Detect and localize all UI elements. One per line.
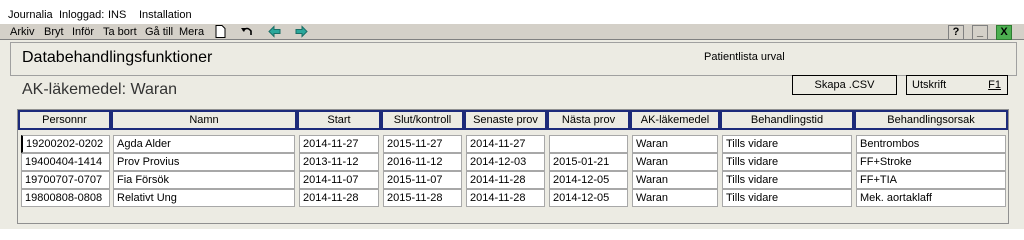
- menu-infor[interactable]: Inför: [72, 26, 94, 38]
- column-header-senaste-prov[interactable]: Senaste prov: [464, 110, 547, 130]
- section-title: AK-läkemedel: Waran: [22, 81, 178, 98]
- table-cell[interactable]: 2014-11-27: [299, 135, 379, 153]
- print-button-label: Utskrift: [912, 79, 947, 91]
- table-cell[interactable]: FF+TIA: [856, 171, 1006, 189]
- logged-in-user: INS: [108, 9, 127, 21]
- table-cell[interactable]: 2014-12-05: [549, 189, 628, 207]
- table-cell[interactable]: Tills vidare: [722, 135, 852, 153]
- table-cell[interactable]: Relativt Ung: [113, 189, 295, 207]
- header-box: Databehandlingsfunktioner Patientlista u…: [10, 42, 1017, 76]
- table-cell[interactable]: 2015-01-21: [549, 153, 628, 171]
- app-name: Journalia: [8, 9, 53, 21]
- logged-in-label: Inloggad:: [59, 9, 105, 21]
- table-cell[interactable]: 2014-11-28: [466, 189, 545, 207]
- page-title: Databehandlingsfunktioner: [22, 49, 213, 66]
- column-header-personnr[interactable]: Personnr: [18, 110, 111, 130]
- site-name: Installation: [139, 9, 192, 21]
- table-cell[interactable]: 2014-11-28: [466, 171, 545, 189]
- table-cell[interactable]: 2015-11-28: [383, 189, 462, 207]
- column-header-start[interactable]: Start: [297, 110, 381, 130]
- table-cell[interactable]: 2014-11-28: [299, 189, 379, 207]
- column-header-behandlingstid[interactable]: Behandlingstid: [720, 110, 854, 130]
- column-header-namn[interactable]: Namn: [111, 110, 297, 130]
- table-cell[interactable]: Agda Alder: [113, 135, 295, 153]
- table-cell[interactable]: 2014-11-07: [299, 171, 379, 189]
- close-button[interactable]: X: [996, 25, 1012, 40]
- column-header-behandlingsorsak[interactable]: Behandlingsorsak: [854, 110, 1008, 130]
- minimize-button[interactable]: _: [972, 25, 988, 40]
- table-cell[interactable]: Bentrombos: [856, 135, 1006, 153]
- table-cell[interactable]: Fia Försök: [113, 171, 295, 189]
- table-cell[interactable]: Mek. aortaklaff: [856, 189, 1006, 207]
- table-cell[interactable]: 19800808-0808: [21, 189, 110, 207]
- view-name: Patientlista urval: [704, 51, 785, 63]
- table-cell[interactable]: 2014-12-03: [466, 153, 545, 171]
- menu-ta-bort[interactable]: Ta bort: [103, 26, 137, 38]
- print-button[interactable]: Utskrift F1: [906, 75, 1008, 95]
- new-document-icon[interactable]: [213, 25, 227, 39]
- table-cell[interactable]: 19400404-1414: [21, 153, 110, 171]
- table-cell[interactable]: 19200202-0202: [21, 135, 110, 153]
- table-cell[interactable]: Waran: [632, 135, 718, 153]
- table-cell[interactable]: 2014-12-05: [549, 171, 628, 189]
- menu-arkiv[interactable]: Arkiv: [10, 26, 34, 38]
- table-cell[interactable]: 2014-11-27: [466, 135, 545, 153]
- table-cell[interactable]: 2013-11-12: [299, 153, 379, 171]
- table-cell[interactable]: 2015-11-07: [383, 171, 462, 189]
- help-button[interactable]: ?: [948, 25, 964, 40]
- arrow-left-icon[interactable]: [267, 25, 281, 39]
- table-cell[interactable]: Waran: [632, 153, 718, 171]
- title-bar: Journalia Inloggad: INS Installation: [0, 0, 1024, 24]
- column-header-slut-kontroll[interactable]: Slut/kontroll: [381, 110, 464, 130]
- arrow-right-icon[interactable]: [294, 25, 308, 39]
- column-header-nasta-prov[interactable]: Nästa prov: [547, 110, 630, 130]
- table-cell[interactable]: Tills vidare: [722, 189, 852, 207]
- table-cell[interactable]: Tills vidare: [722, 153, 852, 171]
- menu-bryt[interactable]: Bryt: [44, 26, 64, 38]
- menu-bar: Arkiv Bryt Inför Ta bort Gå till Mera ? …: [0, 23, 1024, 40]
- table-cell[interactable]: FF+Stroke: [856, 153, 1006, 171]
- main-panel: Databehandlingsfunktioner Patientlista u…: [0, 40, 1024, 229]
- table-cell[interactable]: Prov Provius: [113, 153, 295, 171]
- table-cell[interactable]: 2015-11-27: [383, 135, 462, 153]
- menu-ga-till[interactable]: Gå till: [145, 26, 173, 38]
- column-header-ak-lakemedel[interactable]: AK-läkemedel: [630, 110, 720, 130]
- print-shortcut-key: F1: [988, 79, 1001, 91]
- undo-icon[interactable]: [240, 25, 254, 39]
- table-cell[interactable]: Waran: [632, 189, 718, 207]
- table-cell[interactable]: 2016-11-12: [383, 153, 462, 171]
- table-cell[interactable]: [549, 135, 628, 153]
- menu-mera[interactable]: Mera: [179, 26, 204, 38]
- patient-table: Personnr Namn Start Slut/kontroll Senast…: [17, 109, 1009, 224]
- create-csv-button[interactable]: Skapa .CSV: [792, 75, 897, 95]
- table-cell[interactable]: Tills vidare: [722, 171, 852, 189]
- table-cell[interactable]: 19700707-0707: [21, 171, 110, 189]
- table-cell[interactable]: Waran: [632, 171, 718, 189]
